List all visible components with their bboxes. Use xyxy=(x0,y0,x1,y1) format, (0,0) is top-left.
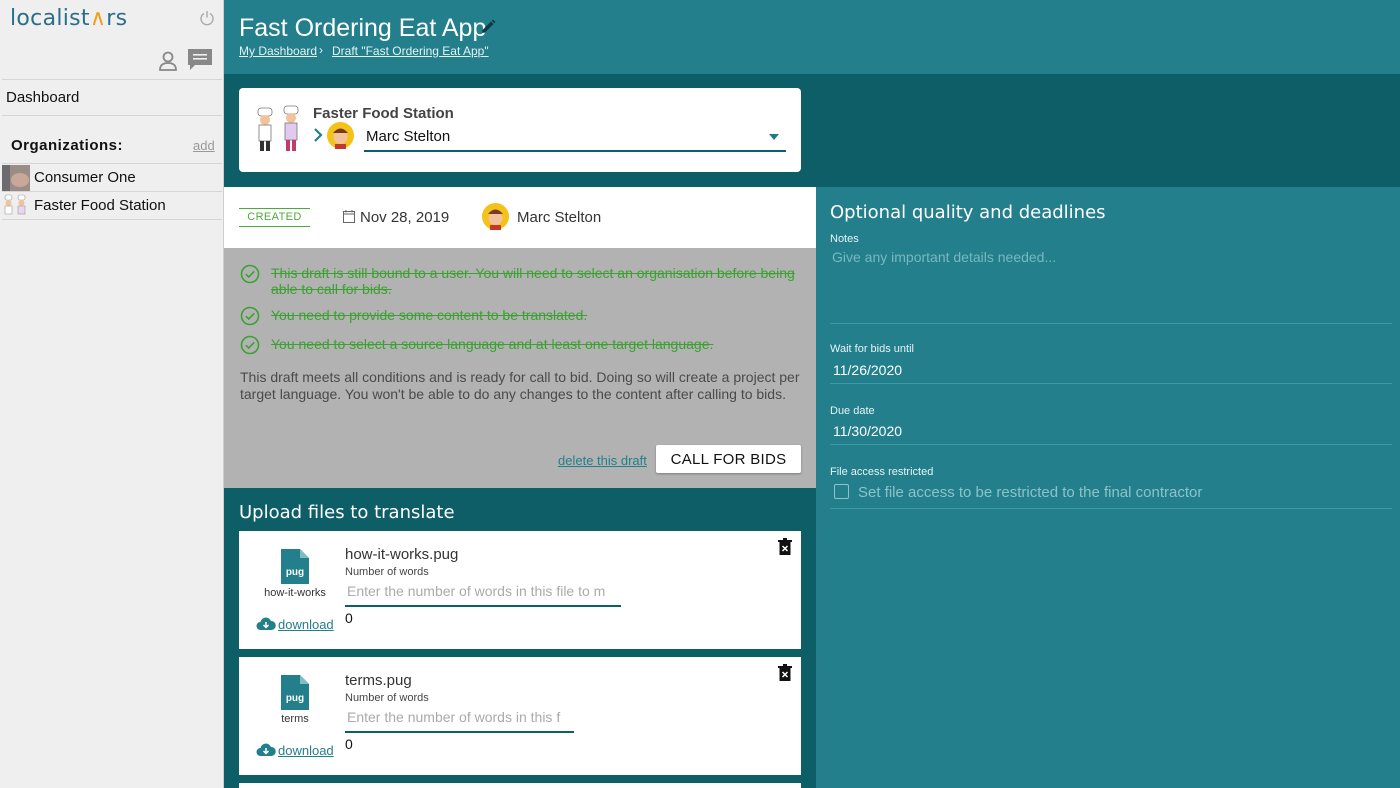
breadcrumb-draft[interactable]: Draft "Fast Ordering Eat App" xyxy=(332,44,489,58)
file-name: terms.pug xyxy=(345,672,412,689)
status-badge: CREATED xyxy=(239,208,310,227)
power-icon[interactable] xyxy=(199,10,215,26)
delete-draft-link[interactable]: delete this draft xyxy=(558,453,647,468)
notes-label: Notes xyxy=(830,233,859,245)
optional-heading: Optional quality and deadlines xyxy=(830,202,1106,223)
chef-logo xyxy=(257,105,299,151)
chevron-right-icon xyxy=(314,128,323,142)
organizations-heading: Organizations: xyxy=(11,137,124,154)
logo-text-right: rs xyxy=(106,6,128,31)
organization-name: Consumer One xyxy=(34,169,136,186)
owner-name: Marc Stelton xyxy=(517,209,602,226)
file-access-checkbox[interactable] xyxy=(834,484,849,499)
due-date-label: Due date xyxy=(830,405,875,417)
condition-text: You need to provide some content to be t… xyxy=(271,307,588,323)
wait-bids-date-field[interactable] xyxy=(830,356,1392,384)
chevron-down-icon[interactable] xyxy=(769,134,779,140)
cloud-download-icon[interactable] xyxy=(256,742,276,758)
breadcrumb-my-dashboard[interactable]: My Dashboard xyxy=(239,44,317,58)
due-date-field[interactable] xyxy=(830,417,1392,445)
file-access-label: File access restricted xyxy=(830,466,934,478)
cloud-download-icon[interactable] xyxy=(256,616,276,632)
file-short-name: terms xyxy=(281,713,309,725)
draft-status-bar: CREATED Nov 28, 2019 Marc Stelton xyxy=(224,187,816,248)
sidebar: localist∧rs Dashboard Organizations: add… xyxy=(0,0,224,788)
sidebar-divider xyxy=(2,115,222,116)
file-access-row: Set file access to be restricted to the … xyxy=(830,483,1392,509)
trash-icon[interactable] xyxy=(778,538,792,555)
select-underline xyxy=(364,150,786,152)
call-for-bids-button[interactable]: CALL FOR BIDS xyxy=(656,445,801,473)
logo-star-glyph: ∧ xyxy=(89,6,107,31)
trash-icon[interactable] xyxy=(778,664,792,681)
user-avatar xyxy=(327,122,354,149)
file-short-name: how-it-works xyxy=(264,587,326,599)
file-extension: pug xyxy=(285,567,305,578)
check-circle-icon xyxy=(240,306,260,326)
chef-avatar xyxy=(2,192,30,219)
page-header: Fast Ordering Eat App My Dashboard › Dra… xyxy=(224,0,1400,74)
condition-text: You need to select a source language and… xyxy=(271,336,714,352)
file-card: pug terms download terms.pug Number of w… xyxy=(239,657,801,775)
notes-field[interactable] xyxy=(830,248,1392,324)
upload-section: Upload files to translate pug how-it-wor… xyxy=(224,488,816,788)
organization-avatar xyxy=(2,164,30,191)
check-circle-icon xyxy=(240,264,260,284)
calendar-icon xyxy=(343,210,355,223)
word-count-value: 0 xyxy=(345,736,353,752)
organization-name: Faster Food Station xyxy=(313,105,454,122)
file-extension: pug xyxy=(285,693,305,704)
sidebar-item-faster-food-station[interactable]: Faster Food Station xyxy=(2,192,222,220)
ready-message: This draft meets all conditions and is r… xyxy=(240,369,800,402)
add-organization-link[interactable]: add xyxy=(193,138,215,153)
created-date: Nov 28, 2019 xyxy=(360,209,450,226)
client-selector-card: Faster Food Station Marc Stelton xyxy=(239,88,801,172)
condition-item: You need to select a source language and… xyxy=(240,335,800,355)
file-name: how-it-works.pug xyxy=(345,546,459,563)
check-circle-icon xyxy=(240,335,260,355)
condition-item: You need to provide some content to be t… xyxy=(240,306,800,326)
word-count-input[interactable] xyxy=(345,581,621,607)
optional-settings-panel: Optional quality and deadlines Notes Wai… xyxy=(816,187,1400,788)
word-count-input[interactable] xyxy=(345,707,574,733)
word-count-value: 0 xyxy=(345,610,353,626)
file-card xyxy=(239,783,801,788)
words-label: Number of words xyxy=(345,692,429,704)
upload-heading: Upload files to translate xyxy=(239,502,455,523)
user-profile-icon[interactable] xyxy=(157,50,179,72)
sidebar-item-dashboard[interactable]: Dashboard xyxy=(6,89,79,106)
logo-text-left: localist xyxy=(10,6,90,31)
edit-pencil-icon[interactable] xyxy=(480,19,496,35)
sidebar-item-consumer-one[interactable]: Consumer One xyxy=(2,164,222,192)
messages-icon[interactable] xyxy=(187,48,213,72)
wait-bids-label: Wait for bids until xyxy=(830,343,914,355)
localistars-logo[interactable]: localist∧rs xyxy=(10,6,127,31)
words-label: Number of words xyxy=(345,566,429,578)
page-title: Fast Ordering Eat App xyxy=(239,14,487,42)
user-select[interactable]: Marc Stelton xyxy=(366,128,450,145)
download-link[interactable]: download xyxy=(278,743,334,758)
condition-item: This draft is still bound to a user. You… xyxy=(240,264,800,297)
organization-name: Faster Food Station xyxy=(34,197,166,214)
breadcrumb-separator: › xyxy=(319,43,323,57)
condition-text: This draft is still bound to a user. You… xyxy=(271,265,795,297)
file-card: pug how-it-works download how-it-works.p… xyxy=(239,531,801,649)
conditions-panel: This draft is still bound to a user. You… xyxy=(224,248,816,488)
download-link[interactable]: download xyxy=(278,617,334,632)
file-access-checkbox-label[interactable]: Set file access to be restricted to the … xyxy=(858,484,1202,501)
sidebar-divider xyxy=(2,79,222,80)
user-avatar xyxy=(482,203,509,230)
